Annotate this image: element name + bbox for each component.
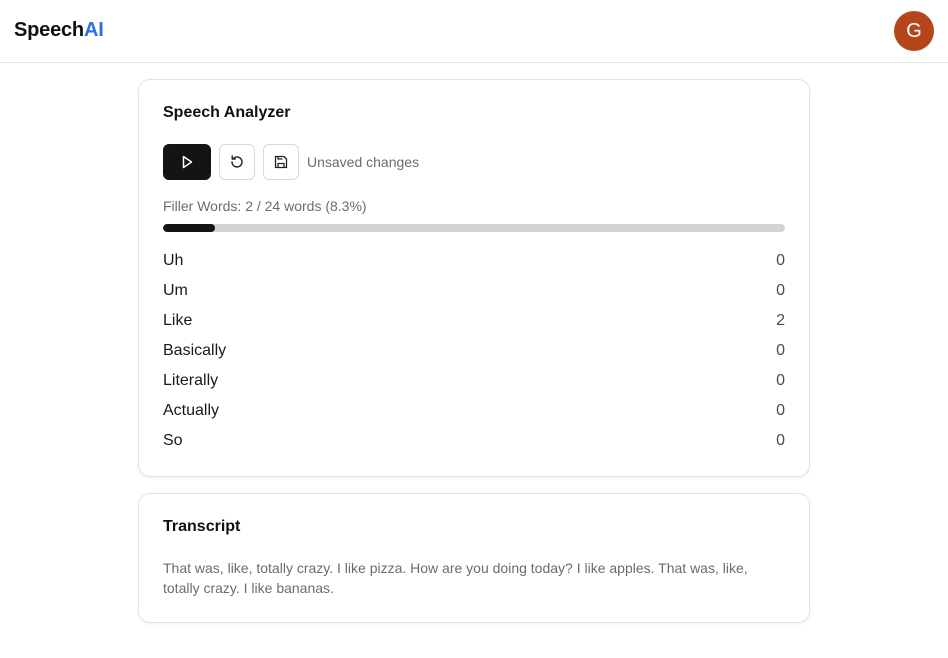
filler-word-count: 2 (776, 312, 785, 329)
filler-word-list: Uh 0 Um 0 Like 2 Basically 0 Literally 0 Actually 0… (163, 246, 785, 456)
brand-accent: AI (83, 19, 104, 41)
filler-word-row: So 0 (163, 426, 785, 456)
top-bar: SpeechAI G (0, 0, 948, 63)
filler-word-count: 0 (776, 252, 785, 269)
play-icon (182, 155, 193, 169)
filler-word-row: Uh 0 (163, 246, 785, 276)
save-status: Unsaved changes (307, 154, 420, 170)
filler-word-label: Like (163, 312, 193, 329)
filler-word-label: Literally (163, 372, 219, 389)
filler-word-row: Um 0 (163, 276, 785, 306)
filler-summary: Filler Words: 2 / 24 words (8.3%) (163, 198, 367, 214)
filler-word-label: Basically (163, 342, 227, 359)
filler-word-label: So (163, 432, 183, 449)
filler-word-count: 0 (776, 402, 785, 419)
filler-progress-fill (163, 224, 215, 232)
save-button[interactable] (263, 144, 299, 180)
filler-word-row: Like 2 (163, 306, 785, 336)
transcript-title: Transcript (163, 518, 241, 535)
filler-word-count: 0 (776, 282, 785, 299)
filler-word-count: 0 (776, 342, 785, 359)
filler-word-row: Literally 0 (163, 366, 785, 396)
transcript-text: That was, like, totally crazy. I like pi… (163, 560, 748, 596)
analyzer-toolbar: Unsaved changes (163, 144, 419, 180)
filler-word-row: Actually 0 (163, 396, 785, 426)
brand-logo[interactable]: SpeechAI (14, 19, 104, 42)
reset-icon (231, 155, 243, 168)
reset-button[interactable] (219, 144, 255, 180)
filler-word-label: Um (163, 282, 188, 299)
user-avatar[interactable]: G (894, 11, 934, 51)
play-button[interactable] (163, 144, 211, 180)
filler-word-label: Actually (163, 402, 220, 419)
save-icon (274, 155, 288, 169)
filler-word-row: Basically 0 (163, 336, 785, 366)
analyzer-title: Speech Analyzer (163, 104, 291, 121)
filler-word-count: 0 (776, 432, 785, 449)
filler-word-label: Uh (163, 252, 184, 269)
transcript-card: Transcript That was, like, totally crazy… (138, 493, 810, 623)
filler-word-count: 0 (776, 372, 785, 389)
brand-main: Speech (14, 19, 84, 41)
filler-progress-bar (163, 224, 785, 232)
speech-analyzer-card: Speech Analyzer Unsaved changes Filler W… (138, 79, 810, 477)
